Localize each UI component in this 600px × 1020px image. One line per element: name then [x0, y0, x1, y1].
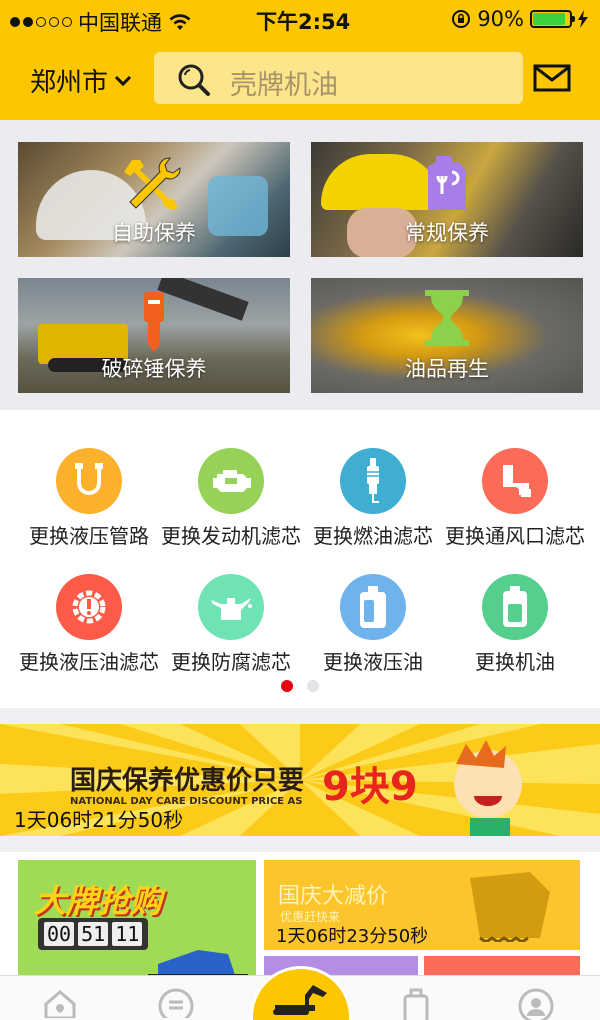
tab-machinery[interactable] — [250, 966, 352, 1020]
service-tile-self-maintenance[interactable]: 自助保养 — [18, 142, 290, 257]
grid-item-vent-filter[interactable]: 更换通风口滤芯 — [440, 448, 590, 549]
grid-item-label: 更换机油 — [475, 650, 555, 674]
tab-messages[interactable] — [146, 988, 206, 1020]
pipe-icon — [482, 448, 548, 514]
tab-home[interactable] — [30, 988, 90, 1020]
service-tile-regular-maintenance[interactable]: 常规保养 — [311, 142, 583, 257]
battery-icon — [530, 10, 575, 28]
grid-item-hydraulic-oil[interactable]: 更换液压油 — [298, 574, 448, 675]
countdown-minutes: 51 — [78, 922, 109, 946]
service-label: 油品再生 — [405, 357, 489, 381]
city-label: 郑州市 — [30, 68, 109, 98]
banner-title: 国庆保养优惠价只要 — [70, 766, 305, 796]
banner-countdown: 1天06时21分50秒 — [14, 808, 184, 832]
gear-alert-icon — [56, 574, 122, 640]
flash-sale-title: 大牌抢购 — [34, 882, 163, 920]
countdown-seconds: 11 — [112, 922, 143, 946]
countdown-hours: 00 — [44, 922, 75, 946]
grid-item-label: 更换液压管路 — [29, 524, 149, 548]
grid-item-label: 更换液压油 — [323, 650, 423, 674]
grid-item-fuel-filter[interactable]: 更换燃油滤芯 — [298, 448, 448, 549]
grid-item-engine-filter[interactable]: 更换发动机滤芯 — [156, 448, 306, 549]
service-tile-breaker-maintenance[interactable]: 破碎锤保养 — [18, 278, 290, 393]
flash-sale-panel[interactable]: 大牌抢购 00 51 11 — [18, 860, 256, 980]
holiday-sale-panel[interactable]: 国庆大减价 优惠赶快来 1天06时23分50秒 — [264, 860, 580, 950]
clock: 下午2:54 — [256, 10, 351, 34]
grid-item-label: 更换液压油滤芯 — [19, 650, 159, 674]
search-input[interactable]: 壳牌机油 — [230, 63, 338, 102]
wrench-screwdriver-icon — [124, 157, 181, 210]
search-icon — [178, 64, 210, 96]
search-bar[interactable]: 壳牌机油 — [154, 52, 523, 104]
holiday-sale-countdown: 1天06时23分50秒 — [276, 926, 429, 947]
header: 中国联通 下午2:54 90% 郑州市 壳牌机油 — [0, 0, 600, 120]
grid-item-hydraulic-hose[interactable]: 更换液压管路 — [14, 448, 164, 549]
home-icon — [44, 990, 76, 1018]
grid-item-anticorrosion-filter[interactable]: 更换防腐滤芯 — [156, 574, 306, 675]
tab-bar — [0, 966, 600, 1020]
tab-oil[interactable] — [386, 988, 446, 1020]
grid-item-label: 更换防腐滤芯 — [171, 650, 291, 674]
hourglass-icon — [425, 290, 469, 346]
oil-bottle-icon — [403, 988, 429, 1020]
grid-item-hydraulic-oil-filter[interactable]: 更换液压油滤芯 — [14, 574, 164, 675]
carrier-info: 中国联通 — [10, 7, 192, 37]
grid-item-label: 更换燃油滤芯 — [313, 524, 433, 548]
bucket-image — [470, 872, 550, 942]
oil-pot-icon — [198, 574, 264, 640]
service-label: 常规保养 — [405, 221, 489, 245]
quick-services-grid: 更换液压管路 更换发动机滤芯 更换燃油滤芯 更换通风口滤芯 更换液压油滤芯 更换… — [0, 410, 600, 708]
engine-icon — [198, 448, 264, 514]
rotation-lock-icon — [452, 10, 471, 28]
chevron-down-icon — [114, 75, 132, 86]
flash-sale-countdown: 00 51 11 — [38, 918, 149, 950]
page-dot-active[interactable] — [281, 680, 293, 692]
page-indicator[interactable] — [0, 680, 600, 692]
mail-icon[interactable] — [533, 64, 571, 92]
oil-can-icon — [428, 156, 466, 210]
hose-icon — [56, 448, 122, 514]
tab-profile[interactable] — [506, 988, 566, 1020]
hammer-icon — [144, 292, 164, 352]
battery-percent: 90% — [477, 7, 524, 31]
holiday-sale-title: 国庆大减价 — [278, 884, 389, 909]
service-label: 自助保养 — [112, 221, 196, 245]
promo-panels: 大牌抢购 00 51 11 国庆大减价 优惠赶快来 1天06时23分50秒 — [0, 852, 600, 986]
battery-jug-icon — [482, 574, 548, 640]
city-selector[interactable]: 郑州市 — [30, 62, 132, 99]
spark-plug-icon — [340, 448, 406, 514]
carrier-label: 中国联通 — [78, 11, 162, 35]
grid-item-engine-oil[interactable]: 更换机油 — [440, 574, 590, 675]
grid-item-label: 更换发动机滤芯 — [161, 524, 301, 548]
page-dot[interactable] — [307, 680, 319, 692]
signal-icon — [10, 17, 72, 27]
service-tiles: 自助保养 常规保养 破碎锤保养 油品再生 — [0, 120, 600, 410]
profile-icon — [518, 988, 554, 1020]
charging-icon — [578, 10, 588, 28]
wifi-icon — [169, 14, 191, 30]
service-tile-oil-regeneration[interactable]: 油品再生 — [311, 278, 583, 393]
promo-banner[interactable]: 国庆保养优惠价只要 NATIONAL DAY CARE DISCOUNT PRI… — [0, 724, 600, 836]
message-icon — [158, 988, 194, 1018]
status-bar: 中国联通 下午2:54 90% — [0, 0, 600, 40]
bottle-icon — [340, 574, 406, 640]
status-right: 90% — [451, 7, 588, 31]
banner-price: 9块9 — [322, 764, 418, 810]
excavator-icon — [273, 985, 327, 1015]
service-label: 破碎锤保养 — [101, 357, 207, 381]
grid-item-label: 更换通风口滤芯 — [445, 524, 585, 548]
